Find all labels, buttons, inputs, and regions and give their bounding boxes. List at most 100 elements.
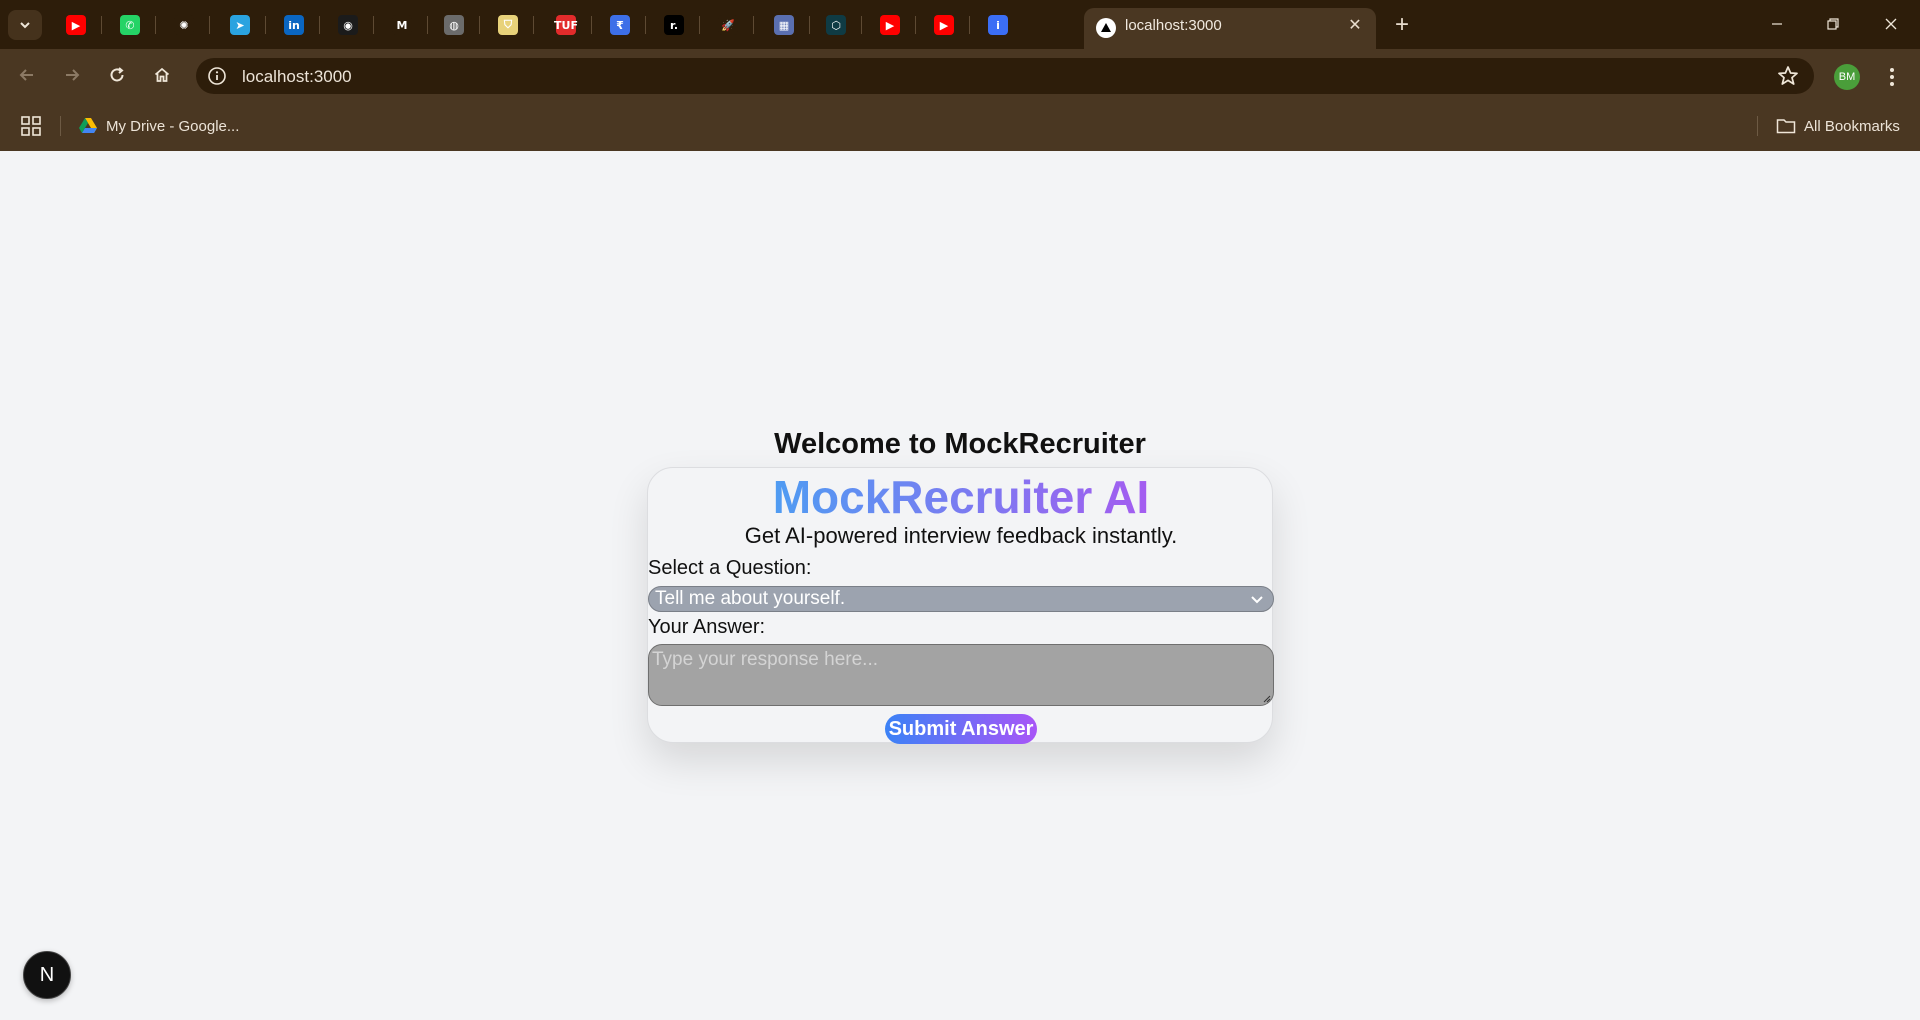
image-app-icon: ▦: [774, 15, 794, 35]
r-app-icon: r.: [664, 15, 684, 35]
pinned-tab[interactable]: in: [268, 10, 320, 40]
tuf-icon: TUF: [554, 15, 578, 35]
minimize-icon: [1772, 23, 1782, 25]
pinned-tab[interactable]: r.: [648, 10, 700, 40]
home-icon: [154, 67, 170, 82]
tab-localhost[interactable]: localhost:3000 ✕: [1084, 8, 1376, 49]
bookmark-star-icon[interactable]: [1776, 64, 1800, 88]
pinned-tab[interactable]: TUF: [540, 10, 592, 40]
tagline: Get AI-powered interview feedback instan…: [744, 523, 1178, 548]
pinned-tab[interactable]: ▦: [758, 10, 810, 40]
tab-divider: [533, 16, 534, 34]
pinned-tab[interactable]: i: [972, 10, 1024, 40]
youtube-icon: ▶: [66, 15, 86, 35]
pinned-tab[interactable]: M: [376, 10, 428, 40]
apps-grid-icon[interactable]: [20, 115, 44, 137]
chevron-down-icon: [20, 22, 30, 29]
info-app-icon: i: [988, 15, 1008, 35]
pinned-tab[interactable]: ₹: [594, 10, 646, 40]
globe-icon: ◍: [444, 15, 464, 35]
reload-icon: [110, 67, 124, 82]
tab-title: localhost:3000: [1125, 17, 1222, 34]
resize-grip-icon[interactable]: [1263, 695, 1271, 703]
all-bookmarks-label: All Bookmarks: [1804, 117, 1900, 135]
youtube-icon: ▶: [934, 15, 954, 35]
tab-strip: ▶ ✆ ✺ ➤ in ◉ M ◍ ⛉ TUF ₹ r. 🚀 ▦ ⬡ ▶ ▶ i localhost:3000 ✕ …: [0, 0, 1920, 49]
question-label: Select a Question:: [648, 557, 812, 579]
pinned-tab[interactable]: ▶: [50, 10, 102, 40]
pinned-tab[interactable]: ▶: [864, 10, 916, 40]
interview-card: MockRecruiter AI Get AI-powered intervie…: [647, 467, 1274, 744]
chevron-down-icon: [1251, 596, 1263, 604]
tab-search-button[interactable]: [8, 10, 42, 40]
welcome-heading: Welcome to MockRecruiter: [774, 428, 1146, 460]
restore-icon: [1827, 18, 1839, 30]
minimize-button[interactable]: [1754, 8, 1800, 40]
answer-label: Your Answer:: [648, 616, 766, 638]
gmail-icon: M: [392, 15, 412, 35]
pinned-tab[interactable]: ◉: [322, 10, 374, 40]
google-drive-icon: [79, 118, 97, 133]
nextjs-favicon-icon: [1096, 18, 1116, 38]
arrow-right-icon: [66, 69, 80, 81]
tab-divider: [591, 16, 592, 34]
submit-answer-button[interactable]: Submit Answer: [885, 714, 1037, 744]
site-info-icon[interactable]: [206, 65, 228, 87]
pinned-tab[interactable]: ➤: [214, 10, 266, 40]
pinned-tab[interactable]: ⛉: [482, 10, 534, 40]
answer-placeholder: Type your response here...: [652, 649, 879, 670]
url-text[interactable]: localhost:3000: [242, 67, 352, 87]
shield-app-icon: ⛉: [498, 15, 518, 35]
forward-button[interactable]: [57, 60, 87, 90]
tab-divider: [753, 16, 754, 34]
tab-divider: [479, 16, 480, 34]
nextjs-dev-indicator[interactable]: N: [23, 951, 71, 999]
browser-menu-button[interactable]: [1880, 63, 1904, 91]
back-button[interactable]: [12, 60, 42, 90]
home-button[interactable]: [147, 60, 177, 90]
bookmarks-bar: My Drive - Google... All Bookmarks: [0, 101, 1920, 151]
linkedin-icon: in: [284, 15, 304, 35]
question-selected-value: Tell me about yourself.: [655, 588, 846, 609]
github-icon: ◉: [338, 15, 358, 35]
rupee-app-icon: ₹: [610, 15, 630, 35]
pinned-tab[interactable]: ▶: [918, 10, 970, 40]
rocket-icon: 🚀: [718, 15, 738, 35]
reload-button[interactable]: [102, 60, 132, 90]
tab-divider: [209, 16, 210, 34]
tab-divider: [699, 16, 700, 34]
tab-divider: [645, 16, 646, 34]
close-icon: [1885, 18, 1897, 30]
openai-icon: ✺: [174, 15, 194, 35]
profile-avatar[interactable]: BM: [1834, 64, 1860, 90]
pinned-tab[interactable]: ✺: [158, 10, 210, 40]
telegram-icon: ➤: [230, 15, 250, 35]
folder-icon: [1776, 119, 1796, 134]
pinned-tab[interactable]: ◍: [428, 10, 480, 40]
pinned-tab[interactable]: ✆: [104, 10, 156, 40]
answer-textarea[interactable]: Type your response here...: [648, 644, 1274, 706]
hexagon-app-icon: ⬡: [826, 15, 846, 35]
arrow-left-icon: [19, 69, 33, 81]
tab-divider: [265, 16, 266, 34]
whatsapp-icon: ✆: [120, 15, 140, 35]
bookmarks-divider: [1757, 116, 1758, 136]
browser-toolbar: localhost:3000 BM: [0, 49, 1920, 101]
close-window-button[interactable]: [1868, 8, 1914, 40]
tab-divider: [373, 16, 374, 34]
tab-divider: [155, 16, 156, 34]
pinned-tab[interactable]: ⬡: [810, 10, 862, 40]
restore-button[interactable]: [1810, 8, 1856, 40]
bookmarks-divider: [60, 116, 61, 136]
brand-title: MockRecruiter AI: [648, 470, 1274, 524]
address-bar[interactable]: localhost:3000: [196, 58, 1814, 94]
tab-divider: [915, 16, 916, 34]
close-tab-icon[interactable]: ✕: [1344, 14, 1366, 36]
all-bookmarks-button[interactable]: All Bookmarks: [1776, 115, 1900, 137]
pinned-tab[interactable]: 🚀: [702, 10, 754, 40]
question-select[interactable]: Tell me about yourself.: [648, 586, 1274, 612]
brand-title-text: MockRecruiter AI: [772, 471, 1150, 523]
youtube-icon: ▶: [880, 15, 900, 35]
bookmark-my-drive[interactable]: My Drive - Google...: [78, 115, 239, 137]
new-tab-button[interactable]: +: [1388, 11, 1416, 38]
